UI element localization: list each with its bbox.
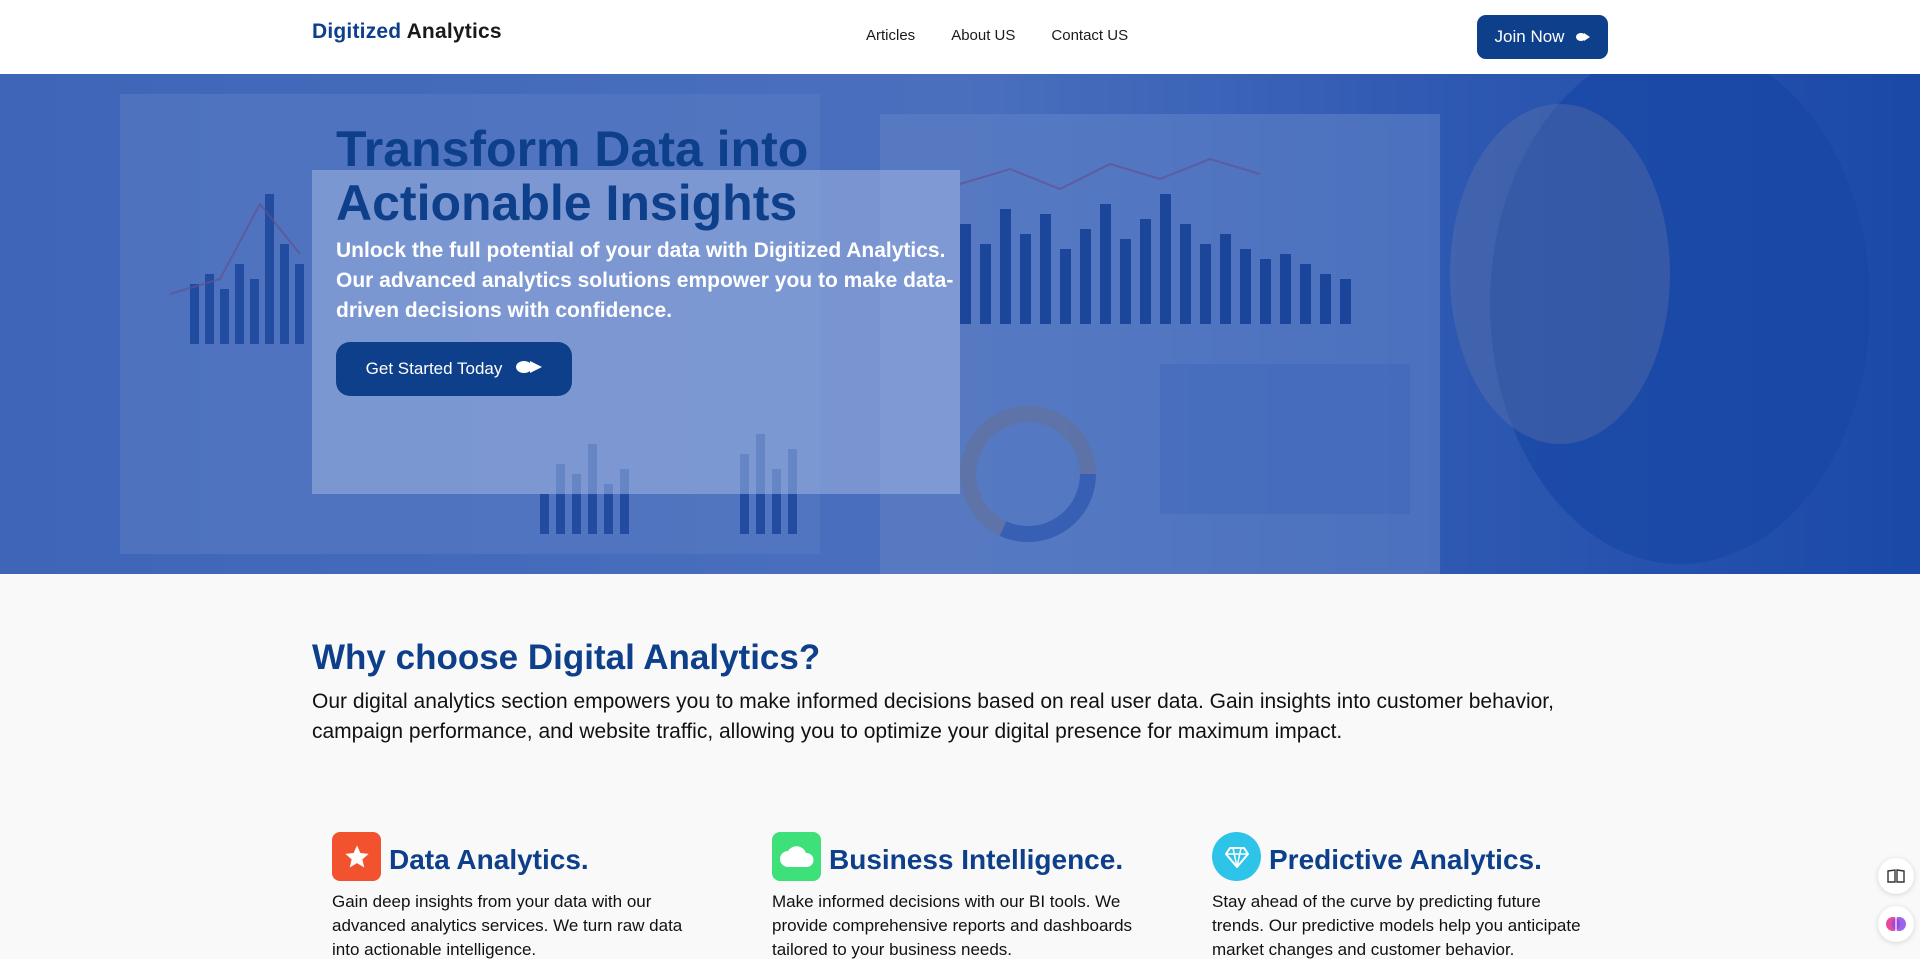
logo-brand: Digitized <box>312 20 402 43</box>
hero-subtitle: Unlock the full potential of your data w… <box>336 239 954 322</box>
get-started-button[interactable]: Get Started Today <box>336 342 572 396</box>
feature-title: Predictive Analytics. <box>1269 844 1542 875</box>
join-now-button[interactable]: Join Now <box>1477 15 1608 59</box>
star-icon <box>332 832 381 881</box>
why-text: Our digital analytics section empowers y… <box>312 690 1554 743</box>
join-now-label: Join Now <box>1494 27 1565 46</box>
nav-articles[interactable]: Articles <box>866 27 915 44</box>
feature-text: Stay ahead of the curve by predicting fu… <box>1212 892 1581 959</box>
cloud-icon <box>772 832 821 881</box>
get-started-label: Get Started Today <box>365 359 503 378</box>
site-logo[interactable]: Digitized Analytics <box>312 20 502 44</box>
logo-rest: Analytics <box>406 20 502 43</box>
feature-text: Make informed decisions with our BI tool… <box>772 892 1133 959</box>
arrow-icon <box>516 359 543 380</box>
feature-text: Gain deep insights from your data with o… <box>332 892 683 959</box>
nav-contact[interactable]: Contact US <box>1051 27 1128 44</box>
site-header: Digitized Analytics Articles About US Co… <box>0 0 1920 74</box>
main-nav: Articles About US Contact US <box>866 27 1128 44</box>
hero-section <box>0 74 1920 574</box>
hero-title: Transform Data into Actionable Insights <box>336 121 809 231</box>
hero-overlay <box>0 74 1920 574</box>
feature-title: Data Analytics. <box>389 844 589 875</box>
arrow-icon <box>1576 27 1591 47</box>
feature-title: Business Intelligence. <box>829 844 1124 875</box>
reader-book-icon[interactable] <box>1878 858 1914 894</box>
nav-about[interactable]: About US <box>951 27 1015 44</box>
diamond-icon <box>1212 832 1261 881</box>
why-title: Why choose Digital Analytics? <box>312 638 821 677</box>
ai-brain-icon[interactable] <box>1878 906 1914 942</box>
